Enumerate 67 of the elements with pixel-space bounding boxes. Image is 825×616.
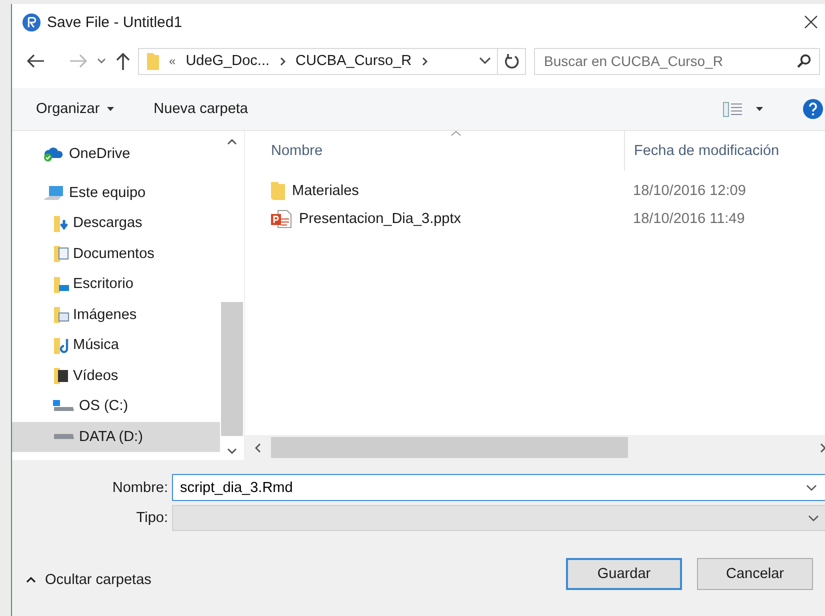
chevron-down-icon [806, 484, 817, 491]
cancel-button[interactable]: Cancelar [697, 558, 813, 590]
videos-folder-icon [53, 367, 69, 384]
folder-icon [271, 182, 285, 200]
hide-folders-button[interactable]: Ocultar carpetas [26, 572, 152, 588]
scroll-down-icon[interactable] [227, 448, 237, 454]
chevron-right-icon[interactable] [280, 56, 286, 66]
breadcrumb[interactable]: UdeG_Doc... [186, 53, 270, 69]
modified-date: 18/10/2016 12:09 [632, 183, 747, 199]
sidebar-item[interactable]: DATA (D:) [12, 422, 220, 452]
close-icon[interactable] [804, 15, 818, 29]
drive-icon [53, 400, 75, 412]
drive-icon [53, 434, 75, 440]
window-title: Save File - Untitled1 [47, 14, 182, 30]
sidebar-item[interactable]: Este equipo [12, 178, 220, 208]
refresh-icon [504, 53, 518, 69]
column-header[interactable]: Fecha de modificación [624, 131, 825, 171]
chevron-down-icon[interactable] [479, 57, 491, 65]
file-name[interactable]: Materiales [292, 183, 359, 199]
address-bar[interactable]: « UdeG_Doc... CUCBA_Curso_R [138, 48, 498, 74]
file-name-field[interactable]: script_dia_3.Rmd [172, 474, 825, 501]
chevron-up-icon [26, 577, 36, 583]
pictures-folder-icon [53, 306, 69, 324]
scroll-right-icon[interactable] [820, 442, 825, 452]
search-icon [797, 54, 811, 68]
download-folder-icon [53, 214, 69, 232]
cloud-icon [43, 146, 65, 162]
sidebar-item[interactable]: Imágenes [12, 300, 220, 330]
chevron-right-icon[interactable] [422, 56, 428, 66]
up-arrow-icon[interactable] [116, 52, 130, 70]
music-folder-icon [53, 336, 69, 354]
column-header[interactable]: Nombre [245, 131, 624, 171]
search-field[interactable]: Buscar en CUCBA_Curso_R [534, 48, 820, 74]
refresh-button[interactable] [498, 48, 526, 74]
desktop-folder-icon [53, 276, 69, 293]
sidebar-item[interactable]: Documentos [12, 238, 220, 269]
sidebar-item[interactable]: Descargas [12, 208, 220, 238]
computer-icon [43, 184, 65, 201]
modified-date: 18/10/2016 11:49 [632, 211, 746, 227]
caret-icon[interactable] [756, 107, 763, 111]
back-arrow-icon[interactable] [27, 54, 45, 68]
sidebar-item[interactable]: Música [12, 330, 220, 360]
documents-folder-icon [53, 245, 69, 262]
chevron-down-icon[interactable] [97, 58, 106, 64]
caret-icon [106, 107, 114, 111]
save-button[interactable]: Guardar [566, 558, 682, 590]
sort-caret-icon [451, 131, 461, 136]
overflow-text[interactable]: « [169, 54, 176, 68]
help-icon[interactable] [803, 99, 823, 119]
file-name[interactable]: Presentacion_Dia_3.pptx [299, 211, 462, 227]
sidebar-item[interactable]: OneDrive [12, 139, 220, 170]
sidebar-item[interactable]: Vídeos [12, 360, 220, 391]
field-label: Tipo: [135, 510, 169, 526]
new-folder-button[interactable]: Nueva carpeta [154, 101, 248, 117]
sidebar-item[interactable]: OS (C:) [12, 391, 220, 422]
r-logo-icon [22, 12, 41, 32]
scroll-left-icon[interactable] [255, 442, 261, 452]
organize-menu[interactable]: Organizar [36, 101, 114, 117]
chevron-down-icon [808, 514, 819, 522]
folder-icon [147, 52, 159, 70]
breadcrumb[interactable]: CUCBA_Curso_R [296, 53, 412, 69]
scroll-up-icon[interactable] [227, 139, 237, 145]
presentation-file-icon [271, 210, 292, 228]
view-options-icon[interactable] [723, 102, 742, 116]
horizontal-scrollbar[interactable] [245, 435, 825, 460]
sidebar-item[interactable]: Escritorio [12, 269, 220, 300]
field-label: Nombre: [111, 480, 169, 496]
